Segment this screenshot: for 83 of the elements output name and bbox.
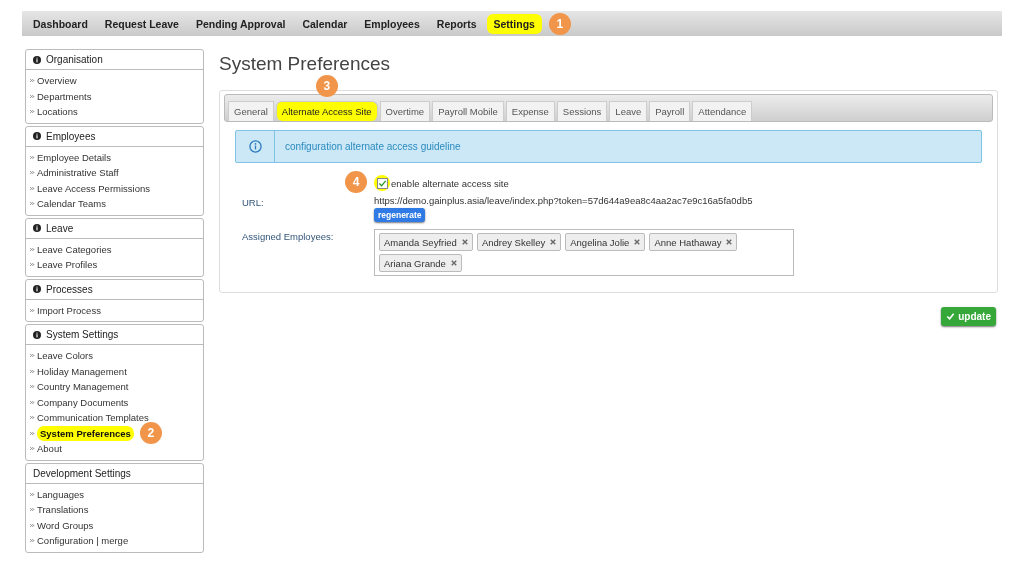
chevron-icon xyxy=(30,399,35,405)
chevron-icon xyxy=(30,109,35,115)
panel-title: Employees xyxy=(46,130,96,142)
chevron-icon xyxy=(30,246,35,252)
sidebar-link[interactable]: Word Groups xyxy=(37,519,94,531)
sidebar-link[interactable]: Languages xyxy=(37,488,85,500)
sidebar-link[interactable]: Administrative Staff xyxy=(37,167,119,179)
nav-link[interactable]: Employees xyxy=(357,13,427,34)
chevron-icon xyxy=(30,522,35,528)
panel-title: Development Settings xyxy=(33,467,131,479)
callout-badge: 2 xyxy=(139,422,162,445)
info-icon xyxy=(248,140,262,153)
remove-icon[interactable] xyxy=(726,239,733,245)
sidebar-link[interactable]: Translations xyxy=(37,504,89,516)
sidebar-link[interactable]: Company Documents xyxy=(37,396,129,408)
tab[interactable]: Payroll Mobile xyxy=(432,101,504,121)
nav-link[interactable]: Settings xyxy=(486,13,542,34)
sidebar-link[interactable]: Leave Profiles xyxy=(37,259,98,271)
callout-badge: 3 xyxy=(315,75,338,97)
tab[interactable]: Alternate Access Site xyxy=(275,101,378,121)
sidebar-link[interactable]: About xyxy=(37,443,62,455)
sidebar-link[interactable]: Employee Details xyxy=(37,151,111,163)
sidebar-link[interactable]: Country Management xyxy=(37,381,129,393)
field-label: Assigned Employees: xyxy=(242,230,335,244)
field-label: URL: xyxy=(242,196,265,210)
sidebar-link[interactable]: Holiday Management xyxy=(37,365,127,377)
chevron-icon xyxy=(30,307,35,313)
chevron-icon xyxy=(30,415,35,421)
sidebar-link[interactable]: Communication Templates xyxy=(37,412,149,424)
tab[interactable]: Attendance xyxy=(692,101,753,121)
checkbox-label: enable alternate access site xyxy=(391,177,509,189)
chevron-icon xyxy=(30,430,35,436)
sidebar-link[interactable]: Configuration | merge xyxy=(37,535,129,547)
chevron-icon xyxy=(30,446,35,452)
remove-icon[interactable] xyxy=(461,239,468,245)
tab[interactable]: Overtime xyxy=(379,101,431,121)
chevron-icon xyxy=(30,93,35,99)
remove-icon[interactable] xyxy=(550,239,557,245)
page-title: System Preferences xyxy=(219,53,392,75)
sidebar-link[interactable]: Departments xyxy=(37,90,92,102)
chevron-icon xyxy=(30,154,35,160)
chevron-icon xyxy=(30,491,35,497)
sidebar-link[interactable]: Locations xyxy=(37,106,78,118)
nav-link[interactable]: Calendar xyxy=(295,13,355,34)
sidebar-link[interactable]: Leave Categories xyxy=(37,243,112,255)
employee-select-field[interactable]: Amanda Seyfried Andrey Skelley Angelina Jolie Anne Hathaway Ariana Grande xyxy=(374,229,794,276)
sidebar-link[interactable]: System Preferences xyxy=(37,425,134,441)
sidebar-link[interactable]: Leave Access Permissions xyxy=(37,182,150,194)
tab[interactable]: Expense xyxy=(505,101,555,121)
nav-link[interactable]: Pending Approval xyxy=(188,13,293,34)
panel-title: Processes xyxy=(46,283,93,295)
regenerate-button[interactable]: regenerate xyxy=(374,208,426,222)
chevron-icon xyxy=(30,185,35,191)
chevron-icon xyxy=(30,201,35,207)
panel-title: Organisation xyxy=(46,54,103,65)
sidebar-link[interactable]: Calendar Teams xyxy=(37,198,106,210)
remove-icon[interactable] xyxy=(450,260,457,266)
panel-title: Leave xyxy=(46,222,74,234)
chevron-icon xyxy=(30,78,35,84)
chevron-icon xyxy=(30,507,35,513)
checkbox[interactable] xyxy=(376,177,388,189)
nav-link[interactable]: Request Leave xyxy=(97,13,186,34)
remove-icon[interactable] xyxy=(634,239,641,245)
chevron-icon xyxy=(30,262,35,268)
callout-badge: 4 xyxy=(345,171,367,193)
url-text: https://demo.gainplus.asia/leave/index.php?token=57d644a9ea8c4aa2ac7e9c16a5fa0db5 xyxy=(374,195,753,206)
sidebar-link[interactable]: Import Process xyxy=(37,304,101,316)
sidebar-link[interactable]: Leave Colors xyxy=(37,350,93,362)
panel-title: System Settings xyxy=(46,329,119,340)
tab[interactable]: General xyxy=(228,101,274,121)
nav-link[interactable]: Dashboard xyxy=(26,13,95,34)
sidebar-link[interactable]: Overview xyxy=(37,75,77,87)
tab[interactable]: Leave xyxy=(609,101,648,121)
nav-link[interactable]: Reports xyxy=(429,13,484,34)
chevron-icon xyxy=(30,353,35,359)
tab[interactable]: Payroll xyxy=(649,101,691,121)
chevron-icon xyxy=(30,384,35,390)
chevron-icon xyxy=(30,170,35,176)
tab[interactable]: Sessions xyxy=(556,101,608,121)
callout-badge: 1 xyxy=(548,12,571,35)
chevron-icon xyxy=(30,538,35,544)
chevron-icon xyxy=(30,368,35,374)
check-icon xyxy=(946,312,956,321)
